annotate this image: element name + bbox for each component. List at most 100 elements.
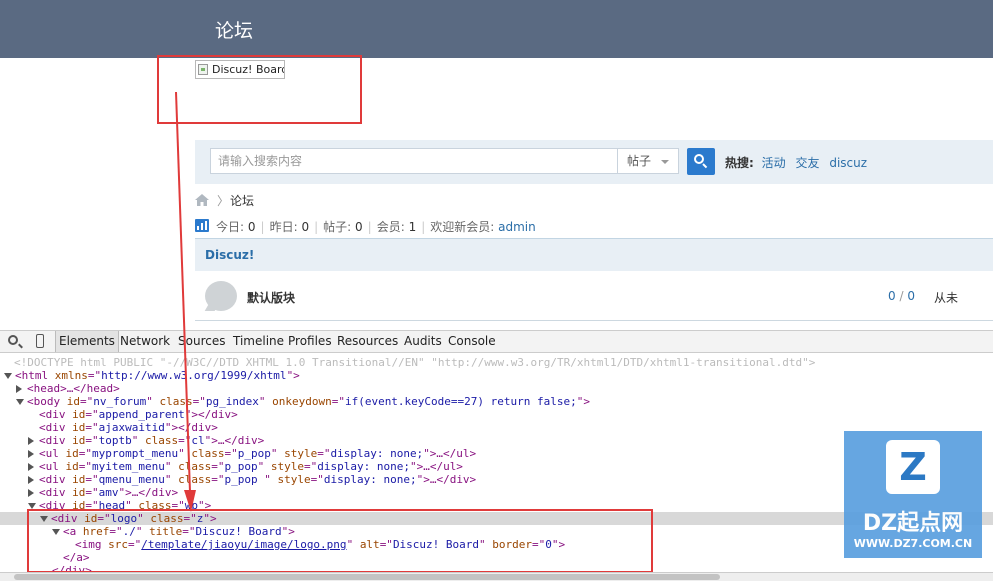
dom-line-head[interactable]: <head>…</head> (16, 382, 120, 395)
dom-line-amv[interactable]: <div id="amv">…</div> (28, 486, 178, 499)
dom-line-toptb[interactable]: <div id="toptb" class="cl">…</div> (28, 434, 264, 447)
attr-value: amv (98, 486, 119, 499)
img-src-link[interactable]: /template/jiaoyu/image/logo.png (141, 538, 346, 551)
logo-alt-text: Discuz! Board (212, 63, 285, 76)
expand-triangle-icon[interactable] (28, 450, 34, 458)
stat-members-label: 会员: (376, 220, 405, 234)
stat-posts-label: 帖子: (323, 220, 352, 234)
inspect-icon[interactable] (8, 335, 18, 345)
hot-searches: 热搜: 活动 交友 discuz (725, 154, 873, 171)
dom-line-head-div[interactable]: <div id="head" class="wp"> (28, 499, 211, 512)
collapse-triangle-icon[interactable] (52, 529, 60, 535)
dom-line-close-div[interactable]: </div> (52, 564, 92, 572)
attr-value: pg_index (205, 395, 259, 408)
dom-line-doctype[interactable]: <!DOCTYPE html PUBLIC "-//W3C//DTD XHTML… (14, 356, 815, 369)
collapse-triangle-icon[interactable] (28, 503, 36, 509)
logo-broken-image[interactable]: Discuz! Board (195, 60, 285, 79)
dom-line-close-a[interactable]: </a> (63, 551, 90, 564)
collapse-triangle-icon[interactable] (4, 373, 12, 379)
horizontal-scrollbar[interactable] (0, 572, 993, 581)
dom-line-html[interactable]: <html xmlns="http://www.w3.org/1999/xhtm… (4, 369, 300, 382)
dom-line-myitem-menu[interactable]: <ul id="myitem_menu" class="p_pop" style… (28, 460, 463, 473)
attr-value: myprompt_menu (92, 447, 179, 460)
stat-posts: 0 (355, 220, 363, 234)
tab-sources[interactable]: Sources (175, 331, 228, 352)
forum-category-title[interactable]: Discuz! (205, 248, 254, 262)
devtools-toolbar: Elements Network Sources Timeline Profil… (0, 330, 993, 353)
forum-name[interactable]: 默认版块 (247, 289, 295, 306)
attr-value: ./ (122, 525, 136, 538)
attr-value: cl (191, 434, 205, 447)
expand-triangle-icon[interactable] (16, 385, 22, 393)
tag-name: body (33, 395, 61, 408)
attr-value: 0 (545, 538, 552, 551)
forum-topics: 0 (888, 289, 896, 303)
dom-line-qmenu-menu[interactable]: <div id="qmenu_menu" class="p_pop " styl… (28, 473, 476, 486)
attr-value: p_pop (224, 460, 258, 473)
tab-network[interactable]: Network (117, 331, 173, 352)
header-title[interactable]: 论坛 (215, 16, 253, 43)
head-text: <head>…</head> (27, 382, 120, 395)
attr-value: display: none; (330, 447, 424, 460)
watermark-name: DZ起点网 (862, 511, 964, 536)
tab-timeline[interactable]: Timeline (230, 331, 287, 352)
search-button[interactable] (687, 148, 715, 175)
search-icon-handle (702, 163, 708, 169)
forum-header: 论坛 (0, 0, 993, 58)
expand-triangle-icon[interactable] (28, 437, 34, 445)
tab-elements[interactable]: Elements (55, 331, 119, 352)
attr-value: display: none; (317, 460, 410, 473)
forum-bubble-icon (205, 281, 237, 311)
home-icon[interactable] (195, 194, 209, 206)
expand-triangle-icon[interactable] (28, 463, 34, 471)
attr-value: p_pop (237, 447, 271, 460)
newest-member-link[interactable]: admin (498, 220, 536, 234)
device-mode-icon[interactable] (36, 334, 44, 348)
watermark-logo: Z DZ起点网 WWW.DZ7.COM.CN (844, 431, 982, 558)
tab-resources[interactable]: Resources (334, 331, 401, 352)
dom-line-myprompt-menu[interactable]: <ul id="myprompt_menu" class="p_pop" sty… (28, 447, 476, 460)
hot-link-activity[interactable]: 活动 (762, 156, 786, 170)
dom-line-body[interactable]: <body id="nv_forum" class="pg_index" onk… (16, 395, 590, 408)
tab-audits[interactable]: Audits (401, 331, 445, 352)
attr-value: if(event.keyCode==27) return false; (344, 395, 577, 408)
dom-line-ajaxwaitid[interactable]: <div id="ajaxwaitid"></div> (39, 421, 218, 434)
attr-value: Discuz! Board (392, 538, 480, 551)
tab-console[interactable]: Console (445, 331, 499, 352)
stat-yesterday-label: 昨日: (269, 220, 298, 234)
chevron-down-icon (661, 160, 669, 164)
attr-value: p_pop (224, 473, 265, 486)
dom-line-append-parent[interactable]: <div id="append_parent"></div> (39, 408, 238, 421)
forum-row: 默认版块 0 / 0 从未 (195, 271, 993, 321)
expand-triangle-icon[interactable] (28, 476, 34, 484)
search-type-value: 帖子 (627, 154, 652, 168)
breadcrumb-forum[interactable]: 论坛 (230, 192, 254, 209)
attr-value: z (196, 512, 204, 525)
hot-link-discuz[interactable]: discuz (829, 156, 867, 170)
attr-value: toptb (98, 434, 132, 447)
stat-members: 1 (408, 220, 417, 234)
attr-name: xmlns (54, 369, 88, 382)
search-input[interactable]: 请输入搜索内容 (210, 148, 618, 174)
dom-line-logo-link[interactable]: <a href="./" title="Discuz! Board"> (52, 525, 295, 538)
tab-profiles[interactable]: Profiles (285, 331, 335, 352)
collapse-triangle-icon[interactable] (40, 516, 48, 522)
attr-value: append_parent (98, 408, 185, 421)
attr-value: display: none; (323, 473, 417, 486)
doctype-text: <!DOCTYPE html PUBLIC "-//W3C//DTD XHTML… (14, 356, 816, 369)
attr-value: logo (110, 512, 138, 525)
search-bar: 请输入搜索内容 帖子 热搜: 活动 交友 discuz (195, 140, 993, 184)
search-type-select[interactable]: 帖子 (618, 148, 679, 174)
attr-value: nv_forum (93, 395, 147, 408)
attr-value: ajaxwaitid (98, 421, 165, 434)
broken-image-icon (198, 64, 208, 75)
forum-posts: 0 (907, 289, 915, 303)
scrollbar-thumb[interactable] (14, 574, 720, 580)
dom-line-logo-img[interactable]: <img src="/template/jiaoyu/image/logo.pn… (75, 538, 565, 551)
hot-link-dating[interactable]: 交友 (795, 156, 819, 170)
expand-triangle-icon[interactable] (28, 489, 34, 497)
attr-value: http://www.w3.org/1999/xhtml (101, 369, 287, 382)
collapse-triangle-icon[interactable] (16, 399, 24, 405)
forum-counts-slash: / (899, 289, 904, 303)
hot-label: 热搜: (725, 156, 754, 170)
